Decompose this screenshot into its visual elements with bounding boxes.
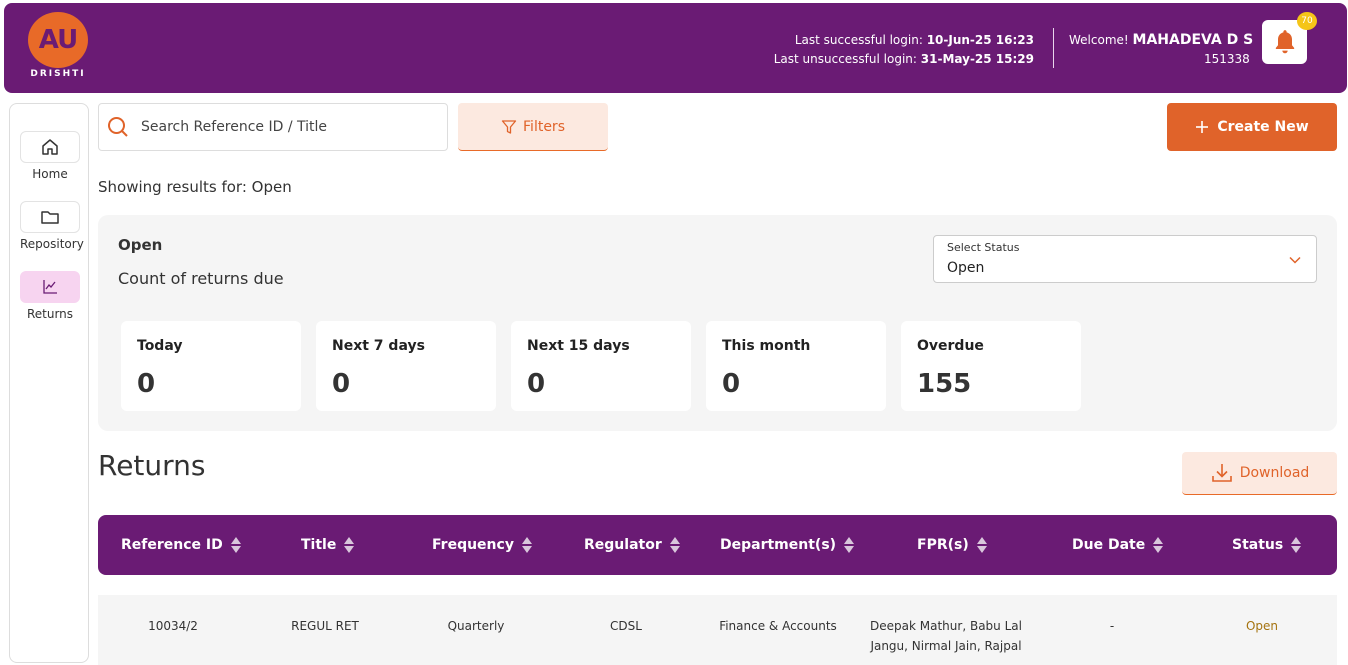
status-select-value: Open — [947, 260, 985, 276]
chevron-down-icon — [1289, 256, 1301, 264]
sort-icon[interactable] — [344, 536, 355, 554]
stat-label: This month — [722, 338, 811, 354]
au-logo[interactable]: AU — [28, 12, 88, 68]
search-icon — [108, 117, 128, 137]
sidebar-item-repository[interactable]: Repository — [20, 201, 84, 251]
logo-subtitle: DRISHTI — [30, 69, 86, 79]
summary-panel: Open Count of returns due Select Status … — [98, 215, 1337, 431]
column-header-due-date[interactable]: Due Date — [1072, 515, 1164, 575]
filters-label: Filters — [523, 118, 565, 135]
create-new-label: Create New — [1217, 119, 1309, 135]
user-name: MAHADEVA D S — [1132, 32, 1254, 48]
stat-label: Next 15 days — [527, 338, 630, 354]
table-row[interactable]: 10034/2 REGUL RET Quarterly CDSL Finance… — [98, 595, 1337, 665]
sort-icon[interactable] — [976, 536, 987, 554]
stat-label: Today — [137, 338, 183, 354]
filters-button[interactable]: Filters — [458, 103, 608, 151]
sidebar-item-returns[interactable]: Returns — [20, 271, 80, 321]
stat-card-next-15-days[interactable]: Next 15 days 0 — [511, 321, 691, 411]
cell-reference-id[interactable]: 10034/2 — [123, 616, 223, 636]
cell-title: REGUL RET — [291, 619, 359, 633]
bell-icon — [1275, 30, 1294, 54]
sidebar-item-label: Returns — [26, 307, 74, 321]
download-label: Download — [1239, 465, 1310, 481]
showing-results-text: Showing results for: Open — [98, 178, 292, 196]
stat-value: 0 — [332, 369, 351, 399]
table-header: Reference ID Title Frequency Regulator D… — [98, 515, 1337, 575]
last-fail-label: Last unsuccessful login: — [773, 52, 917, 66]
stat-value: 155 — [917, 369, 972, 399]
download-button[interactable]: Download — [1182, 452, 1337, 495]
column-label: Title — [301, 537, 337, 553]
search-box[interactable] — [98, 103, 448, 151]
stat-card-overdue[interactable]: Overdue 155 — [901, 321, 1081, 411]
filter-icon — [501, 119, 517, 134]
cell-department: Finance & Accounts — [719, 619, 837, 633]
search-input[interactable] — [141, 119, 431, 135]
column-label: Frequency — [432, 537, 514, 553]
cell-regulator: CDSL — [610, 619, 642, 633]
column-header-title[interactable]: Title — [301, 515, 355, 575]
column-label: Regulator — [584, 537, 662, 553]
cell-status: Open — [1245, 619, 1279, 633]
stat-card-today[interactable]: Today 0 — [121, 321, 301, 411]
welcome-label: Welcome! — [1069, 33, 1129, 47]
sort-icon[interactable] — [230, 536, 241, 554]
last-success-value: 10-Jun-25 16:23 — [926, 33, 1034, 47]
column-label: Status — [1232, 537, 1284, 553]
stat-label: Overdue — [917, 338, 984, 354]
status-select-label: Select Status — [947, 241, 1020, 254]
stat-label: Next 7 days — [332, 338, 425, 354]
status-select[interactable]: Select Status Open — [933, 235, 1317, 283]
sidebar: Home Repository Returns — [9, 103, 89, 663]
top-header: AU DRISHTI Last successful login: 10-Jun… — [4, 3, 1347, 93]
column-header-frequency[interactable]: Frequency — [432, 515, 532, 575]
cell-due-date: - — [1109, 619, 1115, 633]
chart-icon — [43, 280, 57, 294]
stat-value: 0 — [722, 369, 741, 399]
plus-icon — [1196, 121, 1209, 133]
column-label: FPR(s) — [917, 537, 969, 553]
stat-card-this-month[interactable]: This month 0 — [706, 321, 886, 411]
stat-card-next-7-days[interactable]: Next 7 days 0 — [316, 321, 496, 411]
column-label: Department(s) — [720, 537, 837, 553]
folder-icon — [41, 211, 59, 224]
user-menu[interactable]: Welcome! MAHADEVA D S — [1069, 32, 1276, 48]
sidebar-item-home[interactable]: Home — [20, 131, 80, 181]
cell-fpr: Deepak Mathur, Babu Lal Jangu, Nirmal Ja… — [870, 619, 1022, 653]
stat-value: 0 — [527, 369, 546, 399]
column-label: Reference ID — [121, 537, 223, 553]
stat-value: 0 — [137, 369, 156, 399]
home-icon — [42, 139, 58, 155]
column-header-status[interactable]: Status — [1232, 515, 1302, 575]
sidebar-item-label: Repository — [20, 237, 84, 251]
column-header-regulator[interactable]: Regulator — [584, 515, 680, 575]
notification-badge: 70 — [1297, 12, 1317, 30]
panel-title: Open — [118, 236, 163, 254]
sidebar-item-label: Home — [32, 167, 68, 181]
header-divider — [1053, 28, 1054, 68]
login-info: Last successful login: 10-Jun-25 16:23 L… — [774, 31, 1034, 69]
last-success-label: Last successful login: — [794, 33, 923, 47]
last-fail-value: 31-May-25 15:29 — [920, 52, 1034, 66]
returns-heading: Returns — [98, 449, 206, 482]
sort-icon[interactable] — [521, 536, 532, 554]
cell-frequency: Quarterly — [447, 619, 505, 633]
sort-icon[interactable] — [1291, 536, 1302, 554]
download-icon — [1211, 464, 1232, 482]
create-new-button[interactable]: Create New — [1167, 103, 1337, 151]
user-id: 151338 — [1204, 52, 1250, 66]
sort-icon[interactable] — [669, 536, 680, 554]
sort-icon[interactable] — [844, 536, 855, 554]
column-header-fprs[interactable]: FPR(s) — [917, 515, 987, 575]
panel-subtitle: Count of returns due — [118, 269, 284, 288]
column-header-departments[interactable]: Department(s) — [720, 515, 855, 575]
column-label: Due Date — [1072, 537, 1146, 553]
sort-icon[interactable] — [1153, 536, 1164, 554]
column-header-reference-id[interactable]: Reference ID — [121, 515, 241, 575]
